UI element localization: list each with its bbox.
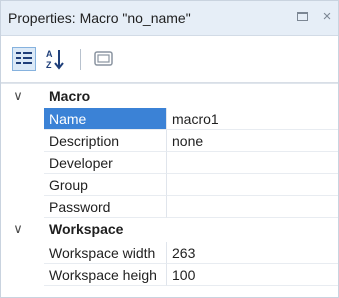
category-label: Macro xyxy=(49,88,91,104)
row-gutter xyxy=(1,130,44,152)
property-row-developer[interactable]: Developer xyxy=(1,152,338,174)
property-row-name[interactable]: Name macro1 xyxy=(1,108,338,130)
property-name: Name xyxy=(44,108,167,130)
collapse-chevron-icon[interactable]: ∨ xyxy=(11,222,25,236)
svg-text:Z: Z xyxy=(46,60,52,70)
row-gutter xyxy=(1,152,44,174)
property-value[interactable]: 263 xyxy=(167,242,338,264)
row-gutter xyxy=(1,174,44,196)
category-label: Workspace xyxy=(49,221,124,237)
property-grid: ∨ Macro Name macro1 Description none Dev… xyxy=(1,83,338,297)
property-name: Description xyxy=(44,130,167,152)
sort-alphabetical-button[interactable]: A Z xyxy=(44,47,68,71)
row-gutter xyxy=(1,196,44,218)
sort-alphabetical-icon: A Z xyxy=(46,49,64,70)
close-icon: × xyxy=(322,8,332,25)
property-value[interactable] xyxy=(167,196,338,218)
panel-title: Properties: Macro "no_name" xyxy=(8,10,191,26)
property-value[interactable]: none xyxy=(167,130,338,152)
property-name: Password xyxy=(44,196,167,218)
property-value[interactable]: macro1 xyxy=(167,108,338,130)
maximize-icon xyxy=(297,12,308,21)
collapse-chevron-icon[interactable]: ∨ xyxy=(11,89,25,103)
property-row-workspace-height[interactable]: Workspace heigh 100 xyxy=(1,264,338,286)
property-name: Workspace heigh xyxy=(44,264,167,286)
property-name: Developer xyxy=(44,152,167,174)
property-pages-icon xyxy=(94,51,113,66)
category-workspace[interactable]: ∨ Workspace xyxy=(1,219,338,241)
row-gutter xyxy=(1,242,44,264)
property-row-workspace-width[interactable]: Workspace width 263 xyxy=(1,242,338,264)
property-row-group[interactable]: Group xyxy=(1,174,338,196)
svg-text:A: A xyxy=(46,49,53,59)
maximize-button[interactable] xyxy=(295,9,311,25)
property-row-password[interactable]: Password xyxy=(1,196,338,218)
categorized-view-button[interactable] xyxy=(12,47,36,71)
toolbar-separator xyxy=(80,49,81,70)
title-bar[interactable]: Properties: Macro "no_name" × xyxy=(1,1,338,36)
category-macro[interactable]: ∨ Macro xyxy=(1,86,338,108)
property-row-description[interactable]: Description none xyxy=(1,130,338,152)
property-name: Workspace width xyxy=(44,242,167,264)
close-button[interactable]: × xyxy=(319,9,335,25)
categorized-view-icon xyxy=(16,52,32,64)
property-pages-button[interactable] xyxy=(92,47,116,71)
property-name: Group xyxy=(44,174,167,196)
property-value[interactable]: 100 xyxy=(167,264,338,286)
properties-panel: Properties: Macro "no_name" × A Z ∨ Macr… xyxy=(0,0,339,298)
row-gutter xyxy=(1,108,44,130)
property-value[interactable] xyxy=(167,174,338,196)
property-value[interactable] xyxy=(167,152,338,174)
row-gutter xyxy=(1,264,44,286)
toolbar: A Z xyxy=(1,36,338,83)
